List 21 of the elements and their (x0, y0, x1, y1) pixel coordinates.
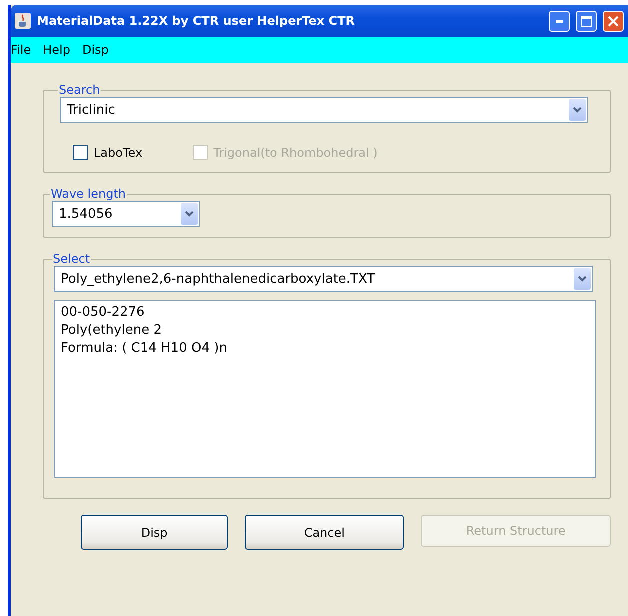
window-title: MaterialData 1.22X by CTR user HelperTex CTR (37, 14, 356, 28)
coffee-cup-icon (15, 13, 31, 29)
minimize-icon (556, 20, 563, 22)
maximize-button[interactable] (576, 10, 597, 32)
wave-length-dropdown[interactable]: 1.54056 (52, 201, 200, 227)
checkbox[interactable]: LaboTex (73, 145, 143, 160)
dialog-button[interactable]: Cancel (245, 515, 404, 550)
menu-item[interactable]: Disp (82, 43, 109, 57)
menu-item[interactable]: File (11, 43, 32, 57)
maximize-icon (581, 16, 592, 26)
details-text-area[interactable]: 00-050-2276 Poly(ethylene 2 Formula: ( C14 H10 O4 )n (54, 300, 596, 478)
crystal-system-dropdown[interactable]: Triclinic (60, 97, 588, 123)
minimize-button[interactable] (549, 10, 570, 32)
menu-item[interactable]: Help (43, 43, 70, 57)
group-label: Wave length (50, 187, 127, 201)
group-label: Search (58, 83, 102, 97)
file-dropdown[interactable]: Poly_ethylene2,6-naphthalenedicarboxylate.TXT (54, 266, 593, 292)
close-icon (608, 16, 619, 26)
group-label: Select (52, 252, 92, 266)
dialog-button[interactable]: Disp (81, 515, 228, 550)
close-button[interactable] (603, 10, 624, 32)
